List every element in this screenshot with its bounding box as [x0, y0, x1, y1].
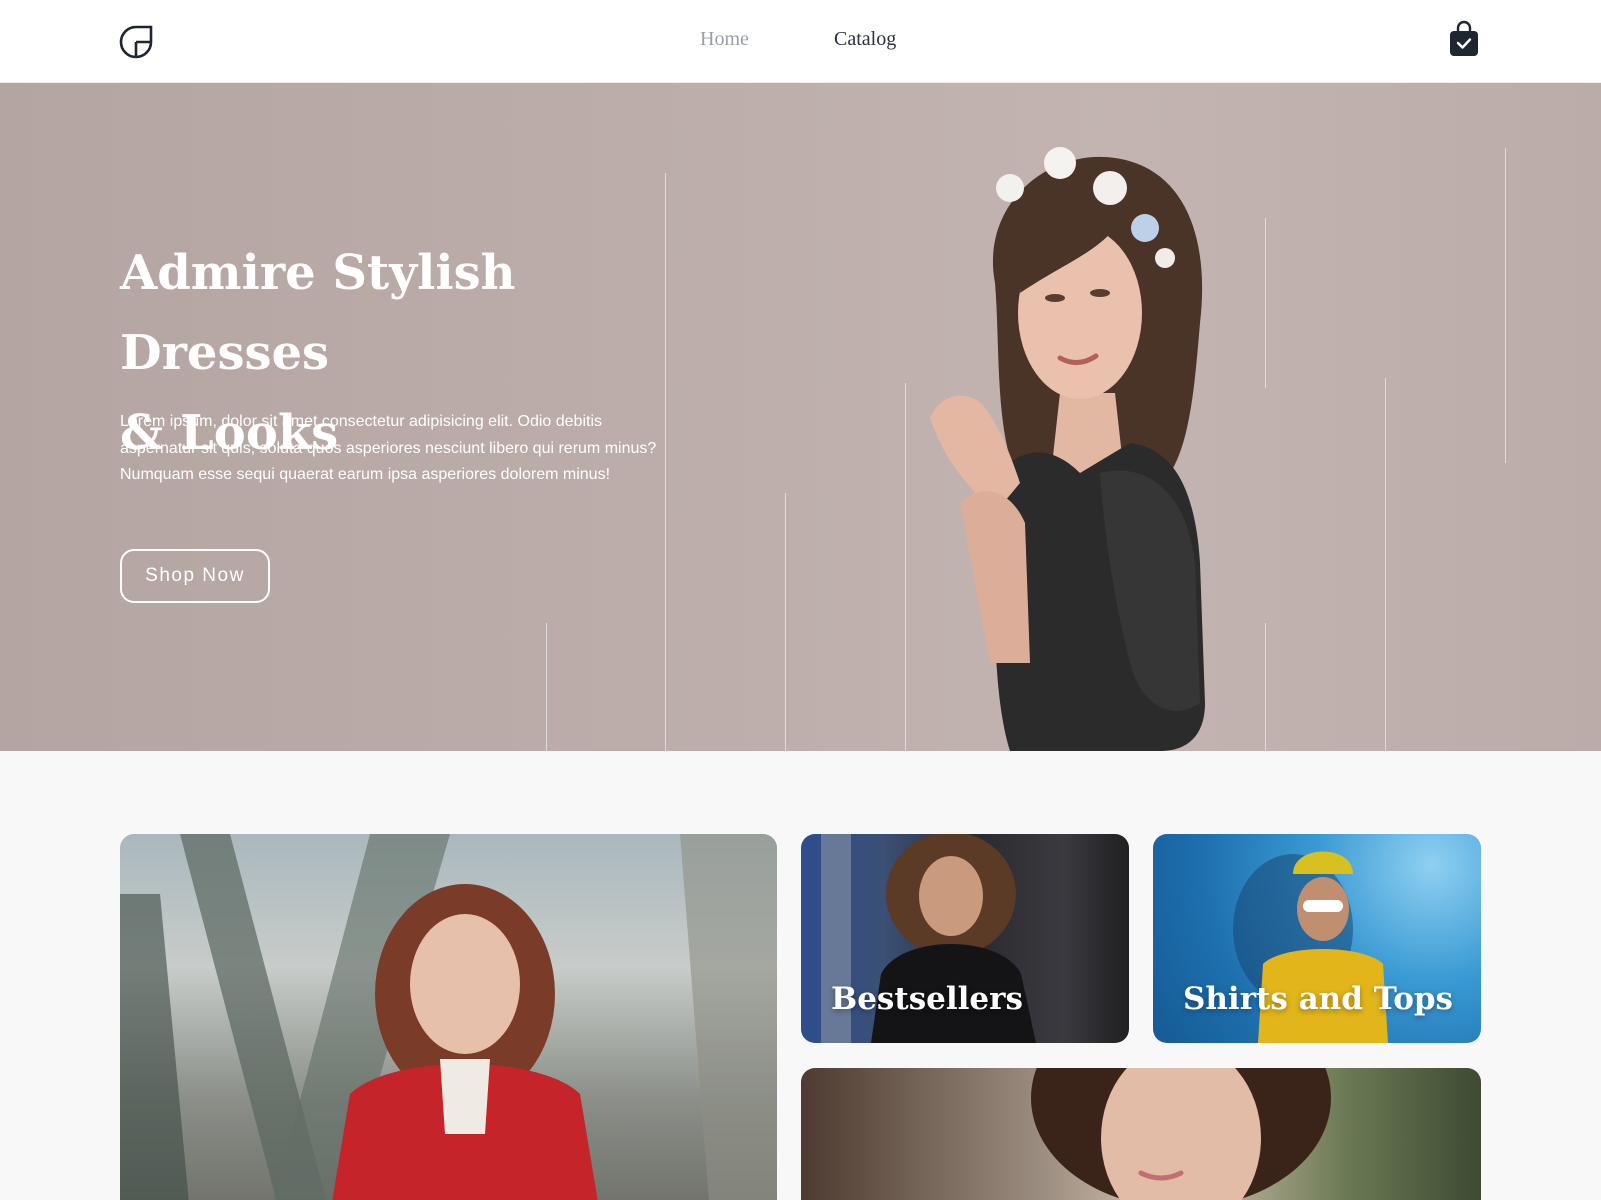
- nav-link-home[interactable]: Home: [700, 28, 749, 51]
- decorative-line: [785, 493, 786, 751]
- featured-model-image: [120, 834, 777, 1200]
- shop-now-button[interactable]: Shop Now: [120, 549, 270, 603]
- decorative-line: [1265, 218, 1266, 388]
- hero-banner: Admire Stylish Dresses & Looks Lorem ips…: [0, 83, 1601, 751]
- decorative-line: [546, 623, 547, 751]
- decorative-line: [1385, 378, 1386, 751]
- category-card-featured[interactable]: [120, 834, 777, 1200]
- bottom-model-image: [1031, 1068, 1331, 1200]
- category-card-bestsellers[interactable]: Bestsellers: [801, 834, 1129, 1043]
- shirts-and-tops-label: Shirts and Tops: [1183, 981, 1454, 1017]
- leaf-logo-icon[interactable]: [118, 24, 154, 60]
- site-header: Home Catalog: [0, 0, 1601, 83]
- category-card-shirts[interactable]: Shirts and Tops: [1153, 834, 1481, 1043]
- shopping-bag-icon[interactable]: [1448, 20, 1480, 58]
- category-card-bottom[interactable]: [801, 1068, 1481, 1200]
- bestsellers-label: Bestsellers: [831, 981, 1023, 1017]
- hero-model-image: [930, 147, 1205, 751]
- decorative-line: [1505, 148, 1506, 463]
- hero-title-line1: Admire Stylish Dresses: [120, 245, 516, 381]
- nav-link-catalog[interactable]: Catalog: [834, 28, 896, 51]
- hero-description: Lorem ipsum, dolor sit amet consectetur …: [120, 413, 657, 483]
- decorative-line: [1265, 623, 1266, 751]
